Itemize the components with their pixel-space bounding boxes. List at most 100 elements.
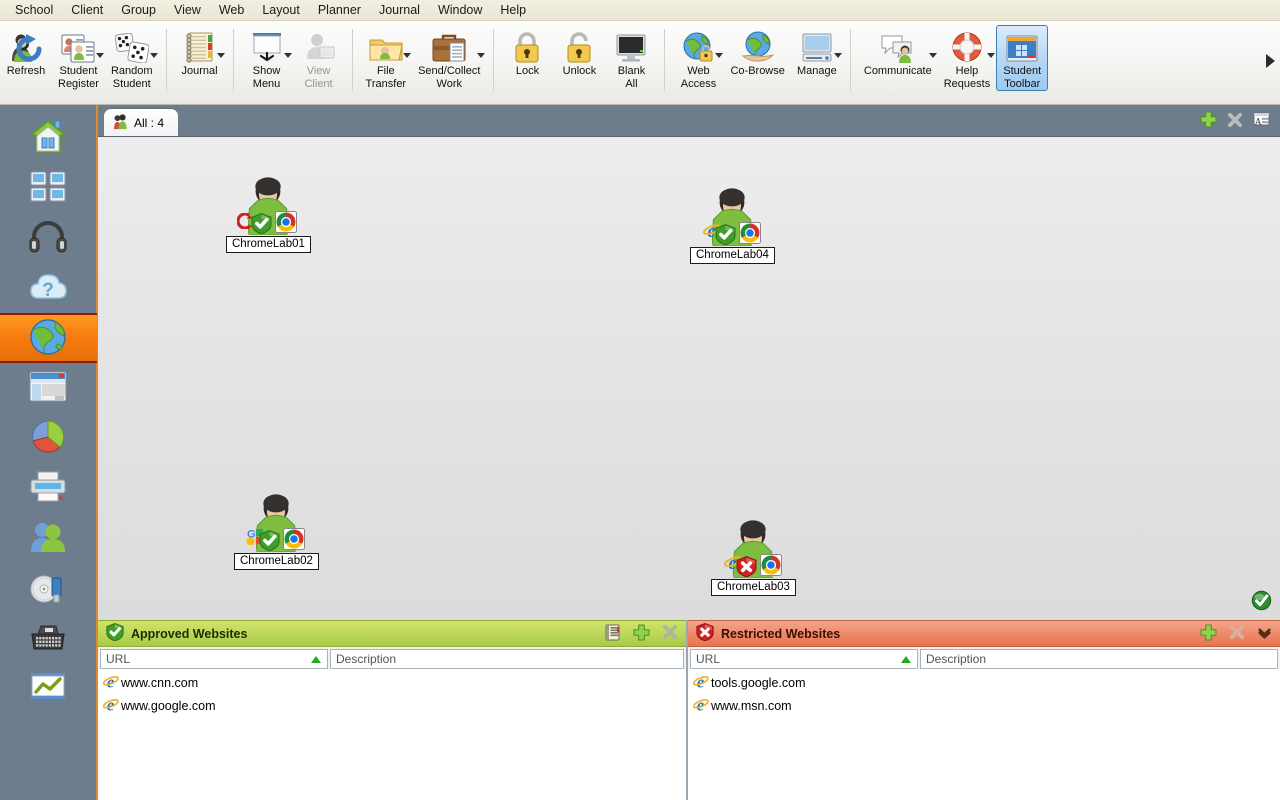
dropdown-caret-icon[interactable] (715, 53, 724, 58)
globe-icon (29, 318, 67, 359)
internet-explorer-icon: e (692, 673, 709, 692)
dropdown-caret-icon[interactable] (987, 53, 996, 58)
list-item[interactable]: e www.cnn.com (98, 671, 686, 694)
student-name-label: ChromeLab03 (711, 579, 796, 596)
toolbar-button-label: Student Register (58, 65, 99, 90)
toolbar-button-web-access[interactable]: Web Access (672, 25, 724, 91)
restricted-panel-tools (1200, 624, 1272, 644)
sidebar-item-devices[interactable] (0, 563, 97, 613)
toolbar-button-student-register[interactable]: Student Register (52, 25, 105, 91)
toolbar-button-student-toolbar[interactable]: Student Toolbar (996, 25, 1049, 91)
toolbar-button-co-browse[interactable]: Co-Browse (724, 25, 790, 79)
file-transfer-icon (369, 29, 403, 63)
menu-school[interactable]: School (6, 1, 62, 20)
sidebar-item-help-requests[interactable]: ? (0, 263, 97, 313)
sidebar-item-keyboard[interactable] (0, 613, 97, 663)
student-icon-chromelab02[interactable]: G ChromeLab02 (234, 492, 319, 570)
toolbar-button-journal[interactable]: Journal (174, 25, 226, 79)
sidebar-item-monitoring[interactable] (0, 663, 97, 713)
toolbar-button-send-collect-work[interactable]: Send/Collect Work (412, 25, 486, 91)
toolbar-separator (351, 29, 353, 91)
pie-chart-icon (29, 419, 67, 458)
menu-window[interactable]: Window (429, 1, 491, 20)
list-journal-icon[interactable] (604, 624, 621, 644)
student-icon-chromelab04[interactable]: e ChromeLab04 (690, 186, 775, 264)
toolbar-button-random-student[interactable]: Random Student (105, 25, 159, 91)
green-shield-check-badge (251, 213, 272, 235)
menu-web[interactable]: Web (210, 1, 253, 20)
approved-websites-list[interactable]: e www.cnn.com e www.google.com (98, 669, 686, 800)
plus-icon[interactable] (1200, 111, 1217, 131)
menu-planner[interactable]: Planner (309, 1, 370, 20)
toolbar-button-lock[interactable]: Lock (501, 25, 553, 79)
restricted-column-description[interactable]: Description (920, 649, 1278, 669)
toolbar-button-label: Communicate (863, 65, 932, 77)
approved-column-url[interactable]: URL (100, 649, 328, 669)
close-x-icon[interactable] (662, 624, 678, 643)
plus-icon[interactable] (1200, 624, 1217, 644)
toolbar-button-label: File Transfer (365, 65, 407, 90)
briefcase-icon (432, 29, 466, 63)
dropdown-caret-icon[interactable] (283, 53, 292, 58)
dropdown-caret-icon[interactable] (149, 53, 158, 58)
menu-layout[interactable]: Layout (253, 1, 309, 20)
toolbar-button-blank-all[interactable]: Blank All (605, 25, 657, 91)
menu-journal[interactable]: Journal (370, 1, 429, 20)
toolbar-button-show-menu[interactable]: Show Menu (241, 25, 293, 91)
dropdown-caret-icon[interactable] (833, 53, 842, 58)
toolbar-group-4: File Transfer Send/Collect Work (360, 25, 487, 103)
close-x-icon[interactable] (1227, 112, 1243, 131)
student-icon-chromelab01[interactable]: ChromeLab01 (226, 175, 311, 253)
menu-client[interactable]: Client (62, 1, 112, 20)
sidebar-item-applications[interactable] (0, 363, 97, 413)
dropdown-caret-icon[interactable] (403, 53, 412, 58)
sidebar-item-web[interactable] (0, 313, 97, 363)
menu-help[interactable]: Help (491, 1, 535, 20)
menu-group[interactable]: Group (112, 1, 165, 20)
plus-icon[interactable] (633, 624, 650, 644)
green-shield-check-icon (106, 623, 124, 644)
dropdown-caret-icon[interactable] (216, 53, 225, 58)
chevron-down-icon[interactable] (1257, 625, 1272, 643)
view-client-icon (303, 29, 335, 63)
sidebar-item-survey[interactable] (0, 413, 97, 463)
dropdown-caret-icon[interactable] (928, 53, 937, 58)
internet-explorer-icon: e (102, 696, 119, 715)
approved-websites-panel: Approved Websites URL Description e www.… (98, 620, 688, 800)
sidebar-item-audio[interactable] (0, 213, 97, 263)
details-view-icon[interactable]: A (1253, 111, 1270, 131)
toolbar-button-refresh[interactable]: Refresh (0, 25, 52, 79)
sidebar-item-thumbnails[interactable] (0, 163, 97, 213)
toolbar-button-help-requests[interactable]: Help Requests (938, 25, 996, 91)
close-x-icon[interactable] (1229, 624, 1245, 643)
toolbar-button-label: Co-Browse (730, 65, 785, 77)
toolbar-button-communicate[interactable]: Communicate (858, 25, 938, 79)
chat-bubbles-icon (881, 29, 915, 63)
restricted-panel-title: Restricted Websites (721, 626, 841, 641)
line-chart-board-icon (29, 671, 67, 706)
menu-view[interactable]: View (165, 1, 210, 20)
dropdown-caret-icon[interactable] (477, 53, 486, 58)
list-item[interactable]: e tools.google.com (688, 671, 1280, 694)
list-item[interactable]: e www.msn.com (688, 694, 1280, 717)
sidebar-item-home[interactable] (0, 113, 97, 163)
students-canvas[interactable]: ChromeLab01 e ChromeLab04 G ChromeLab02 … (98, 136, 1280, 620)
printer-icon (29, 471, 67, 506)
restricted-websites-list[interactable]: e tools.google.com e www.msn.com (688, 669, 1280, 800)
toolbar-button-label: Refresh (6, 65, 46, 77)
approved-column-description[interactable]: Description (330, 649, 684, 669)
toolbar-overflow-arrow-icon[interactable] (1266, 54, 1275, 68)
list-item[interactable]: e www.google.com (98, 694, 686, 717)
restricted-column-url[interactable]: URL (690, 649, 918, 669)
toolbar-separator (165, 29, 167, 91)
student-icon-chromelab03[interactable]: e ChromeLab03 (711, 518, 796, 596)
sidebar-item-print[interactable] (0, 463, 97, 513)
tab-all-students[interactable]: All : 4 (104, 109, 179, 136)
toolbar-button-file-transfer[interactable]: File Transfer (360, 25, 413, 91)
student-avatar: e (701, 186, 763, 247)
toolbar-button-unlock[interactable]: Unlock (553, 25, 605, 79)
toolbar-button-manage[interactable]: Manage (791, 25, 843, 79)
dropdown-caret-icon[interactable] (95, 53, 104, 58)
content-area: All : 4 A ChromeLab01 e ChromeLab04 G Ch… (98, 105, 1280, 800)
sidebar-item-users[interactable] (0, 513, 97, 563)
